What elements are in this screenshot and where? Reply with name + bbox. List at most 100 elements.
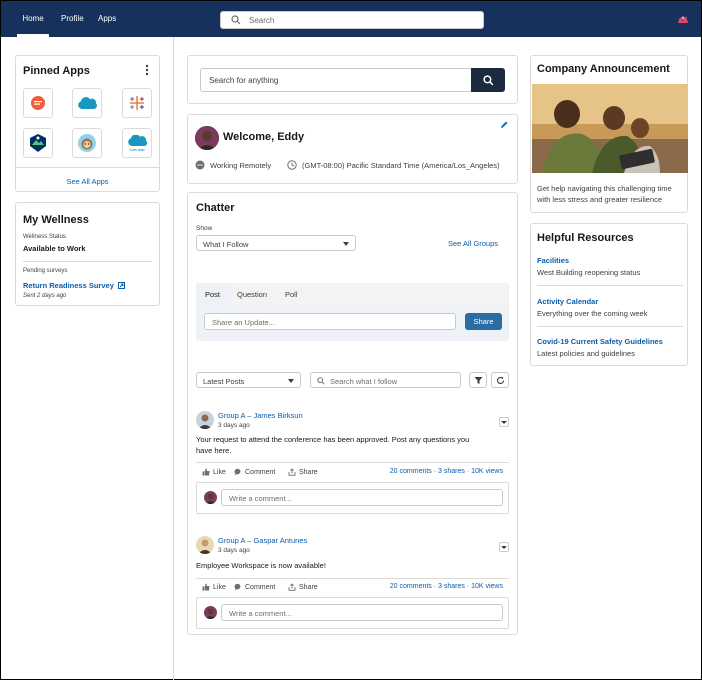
tab-post[interactable]: Post (205, 290, 220, 299)
my-wellness-card: My Wellness Wellness Status Available to… (15, 202, 160, 306)
share-button[interactable]: Share (465, 313, 502, 330)
pending-surveys-label: Pending surveys (23, 268, 68, 274)
filter-icon (474, 376, 482, 384)
edit-pencil-icon[interactable] (500, 120, 509, 129)
divider (196, 462, 509, 463)
resource-link-facilities[interactable]: Facilities (537, 256, 569, 265)
publisher-panel: Post Question Poll Share an Update... Sh… (196, 283, 509, 341)
write-comment-input[interactable]: Write a comment... (221, 604, 503, 621)
pinned-app-tile[interactable] (122, 88, 152, 118)
family-photo-image (532, 84, 688, 173)
resources-title: Helpful Resources (537, 232, 634, 244)
sort-select[interactable]: Latest Posts (196, 372, 301, 388)
post-stats-link[interactable]: 20 comments · 3 shares · 10K views (390, 468, 503, 475)
show-label: Show (196, 225, 213, 232)
pinned-apps-title: Pinned Apps (23, 65, 90, 77)
pinned-app-tile[interactable] (23, 128, 53, 158)
share-action[interactable]: Share (288, 468, 318, 476)
chatter-card: Chatter Show What I Follow See All Group… (187, 192, 518, 635)
share-label: Share (299, 468, 318, 476)
post-author-avatar[interactable] (196, 411, 214, 429)
wellness-status-label: Wellness Status (23, 234, 66, 240)
divider (537, 285, 683, 286)
global-search-input[interactable]: Search (220, 11, 484, 29)
tab-question[interactable]: Question (237, 290, 267, 299)
comment-box: Write a comment... (196, 482, 509, 514)
search-submit-button[interactable] (471, 68, 505, 92)
nav-tab-home[interactable]: Home (17, 1, 49, 37)
timezone-text: (GMT-08:00) Pacific Standard Time (Ameri… (302, 160, 500, 170)
post-author-link[interactable]: Group A – Gaspar Antunes (218, 536, 307, 545)
like-label: Like (213, 583, 226, 591)
post-author-link[interactable]: Group A – James Birksun (218, 411, 303, 420)
author-photo-icon (196, 411, 214, 429)
post-stats-link[interactable]: 20 comments · 3 shares · 10K views (390, 583, 503, 590)
tab-poll[interactable]: Poll (285, 290, 298, 299)
commenter-avatar (204, 491, 217, 504)
filter-button[interactable] (469, 372, 487, 388)
chevron-down-icon (501, 420, 507, 424)
pinned-app-tile[interactable] (72, 88, 102, 118)
comment-action[interactable]: Comment (234, 468, 275, 476)
write-comment-input[interactable]: Write a comment... (221, 489, 503, 506)
announcement-title: Company Announcement (537, 63, 670, 75)
like-action[interactable]: Like (202, 468, 226, 476)
post-menu-button[interactable] (499, 542, 509, 552)
share-label: Share (299, 583, 318, 591)
see-all-apps-link[interactable]: See All Apps (16, 177, 159, 186)
feed-search-input[interactable]: Search what I follow (310, 372, 461, 388)
share-action[interactable]: Share (288, 583, 318, 591)
comment-bubble-icon (234, 468, 241, 476)
like-label: Like (213, 468, 226, 476)
nav-tab-profile[interactable]: Profile (61, 1, 84, 37)
welcome-heading: Welcome, Eddy (223, 131, 305, 143)
share-update-placeholder: Share an Update... (212, 318, 275, 327)
nav-tab-apps[interactable]: Apps (98, 1, 116, 37)
post-body: Your request to attend the conference ha… (196, 435, 470, 455)
announcement-text: Get help navigating this challenging tim… (537, 184, 672, 204)
share-update-input[interactable]: Share an Update... (204, 313, 456, 330)
search-anything-input[interactable]: Search for anything (200, 68, 472, 92)
pinned-app-tile[interactable]: Cum dolo (122, 128, 152, 158)
search-icon (317, 376, 325, 385)
search-icon (482, 74, 493, 85)
post-menu-button[interactable] (499, 417, 509, 427)
refresh-button[interactable] (491, 372, 509, 388)
comment-label: Comment (245, 583, 276, 591)
show-filter-select[interactable]: What I Follow (196, 235, 356, 251)
helpful-resources-card: Helpful Resources Facilities West Buildi… (530, 223, 688, 366)
divider (16, 167, 159, 168)
like-action[interactable]: Like (202, 583, 226, 591)
cloud-app-icon (128, 134, 147, 146)
chevron-down-icon (501, 545, 507, 549)
cloud-app-label: Cum dolo (129, 147, 145, 152)
post-time: 3 days ago (218, 547, 250, 554)
chat-bubble-app-icon (31, 96, 45, 110)
global-search-placeholder: Search (249, 16, 275, 25)
survey-link-row: Return Readiness Survey (23, 281, 125, 290)
resource-link-covid-guidelines[interactable]: Covid-19 Current Safety Guidelines (537, 337, 663, 346)
user-avatar-icon[interactable] (675, 12, 691, 28)
share-arrow-icon (288, 468, 296, 476)
survey-sent-time: Sent 2 days ago (23, 293, 67, 299)
share-arrow-icon (288, 583, 296, 591)
see-all-groups-link[interactable]: See All Groups (448, 239, 498, 248)
resource-link-activity-calendar[interactable]: Activity Calendar (537, 297, 598, 306)
comment-action[interactable]: Comment (234, 583, 275, 591)
external-link-icon[interactable] (117, 282, 125, 289)
search-anything-placeholder: Search for anything (209, 76, 279, 85)
divider (23, 261, 152, 262)
pinned-app-tile[interactable] (23, 88, 53, 118)
return-readiness-survey-link[interactable]: Return Readiness Survey (23, 281, 114, 290)
chevron-down-icon (343, 242, 349, 246)
divider (196, 578, 509, 579)
write-comment-placeholder: Write a comment... (229, 609, 292, 618)
chevron-down-icon (288, 379, 294, 383)
more-options-icon[interactable] (144, 64, 150, 76)
write-comment-placeholder: Write a comment... (229, 494, 292, 503)
post-author-avatar[interactable] (196, 536, 214, 554)
user-photo-icon (195, 126, 219, 150)
resource-desc: Everything over the coming week (537, 309, 648, 318)
pinned-app-tile[interactable] (72, 128, 102, 158)
comment-bubble-icon (234, 583, 241, 591)
